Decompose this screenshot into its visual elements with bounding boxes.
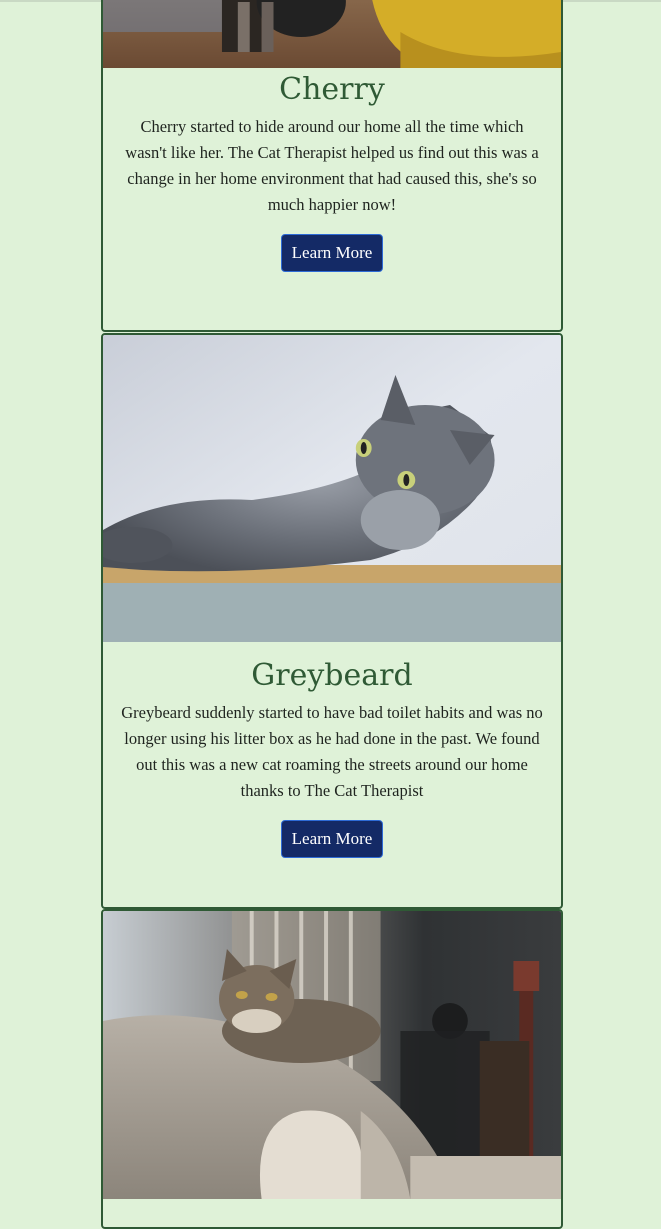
testimonial-card-3 bbox=[101, 909, 563, 1229]
tabby-cat-photo bbox=[103, 911, 561, 1199]
card-description: Cherry started to hide around our home a… bbox=[125, 117, 539, 214]
card-title: Greybeard bbox=[251, 658, 413, 693]
card-title: Cherry bbox=[279, 72, 385, 107]
testimonial-card-greybeard: Greybeard Greybeard suddenly started to … bbox=[101, 333, 563, 909]
cherry-photo bbox=[103, 0, 561, 68]
card-description: Greybeard suddenly started to have bad t… bbox=[121, 703, 543, 800]
learn-more-button[interactable]: Learn More bbox=[280, 820, 384, 858]
greybeard-photo bbox=[103, 335, 561, 642]
testimonial-card-cherry: Cherry Cherry started to hide around our… bbox=[101, 0, 563, 332]
learn-more-button[interactable]: Learn More bbox=[280, 234, 384, 272]
